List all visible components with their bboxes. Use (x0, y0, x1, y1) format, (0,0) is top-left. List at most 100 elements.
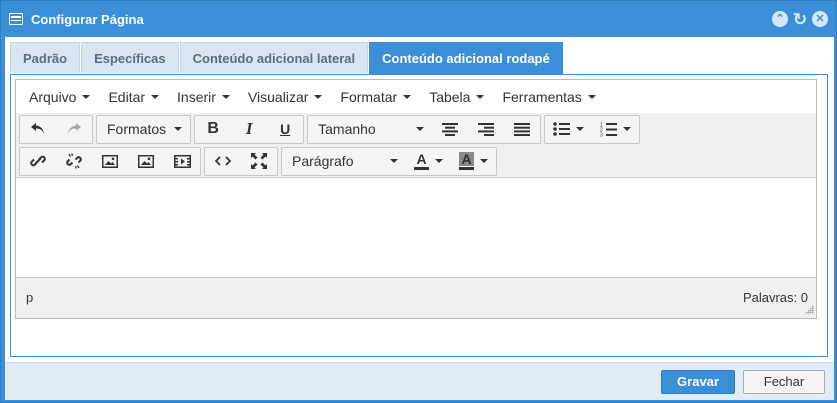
insert-media-image-button[interactable] (128, 148, 164, 175)
font-size-dropdown[interactable]: Tamanho (308, 116, 432, 143)
tab-padrao[interactable]: Padrão (10, 42, 81, 73)
align-justify-button[interactable] (504, 116, 540, 143)
align-center-button[interactable] (432, 116, 468, 143)
save-button[interactable]: Gravar (661, 369, 735, 394)
editor-menubar: Arquivo Editar Inserir Visualizar Format… (16, 80, 816, 113)
film-icon (173, 154, 191, 168)
refresh-icon[interactable]: ↻ (792, 11, 808, 28)
italic-button[interactable]: I (231, 116, 267, 143)
background-color-button[interactable]: A (451, 148, 496, 175)
align-right-button[interactable] (468, 116, 504, 143)
menu-label: Tabela (429, 88, 471, 105)
tab-especificas[interactable]: Específicas (81, 42, 179, 73)
text-style-group: B I U (194, 114, 305, 144)
redo-icon (68, 123, 81, 134)
resize-handle-icon[interactable] (805, 305, 814, 314)
tab-conteudo-rodape[interactable]: Conteúdo adicional rodapé (369, 42, 563, 74)
fullscreen-button[interactable] (241, 148, 277, 175)
bold-button[interactable]: B (195, 116, 231, 143)
history-group (19, 114, 93, 144)
rich-text-editor: Arquivo Editar Inserir Visualizar Format… (15, 79, 817, 319)
caret-down-icon (416, 127, 425, 131)
source-code-button[interactable] (205, 148, 241, 175)
caret-down-icon (623, 127, 632, 131)
svg-text:3: 3 (600, 132, 603, 137)
menu-formatar[interactable]: Formatar (331, 89, 420, 105)
numbered-list-icon: 123 (600, 122, 618, 137)
formats-group: Formatos (96, 114, 192, 144)
close-button[interactable]: Fechar (743, 369, 825, 394)
numbered-list-button[interactable]: 123 (592, 116, 639, 143)
caret-down-icon (403, 94, 412, 99)
caret-down-icon (221, 94, 230, 99)
menu-label: Editar (108, 88, 146, 105)
word-count: Palavras: 0 (742, 289, 808, 305)
caret-down-icon (390, 159, 398, 163)
insert-link-button[interactable] (20, 148, 56, 175)
tab-conteudo-lateral[interactable]: Conteúdo adicional lateral (179, 42, 369, 73)
element-path[interactable]: p (26, 290, 33, 305)
toolbar-row-2: Parágrafo A A (16, 145, 816, 177)
remove-link-button[interactable] (56, 148, 92, 175)
caret-down-icon (314, 94, 323, 99)
configure-page-dialog: Configurar Página ⌃ ↻ ✕ Padrão Específic… (0, 0, 837, 403)
caret-down-icon (82, 94, 91, 99)
bullet-list-button[interactable] (545, 116, 592, 143)
formats-dropdown[interactable]: Formatos (97, 116, 190, 143)
link-icon (30, 155, 46, 167)
align-center-icon (442, 122, 459, 136)
align-justify-icon (514, 122, 531, 136)
image-icon (102, 154, 118, 168)
caret-down-icon (476, 94, 485, 99)
dialog-body: Padrão Específicas Conteúdo adicional la… (5, 37, 834, 362)
background-color-icon: A (459, 152, 474, 170)
insert-video-button[interactable] (164, 148, 200, 175)
bullet-list-icon (553, 122, 571, 136)
menu-editar[interactable]: Editar (99, 89, 168, 105)
text-color-icon: A (414, 152, 429, 170)
window-icon (9, 13, 23, 25)
size-align-group: Tamanho (307, 114, 542, 144)
background-color-glyph: A (459, 151, 474, 167)
fullscreen-icon (251, 153, 267, 169)
menu-arquivo[interactable]: Arquivo (20, 89, 99, 105)
menu-visualizar[interactable]: Visualizar (239, 89, 331, 105)
dialog-titlebar: Configurar Página ⌃ ↻ ✕ (1, 1, 836, 37)
code-icon (215, 156, 231, 166)
menu-label: Arquivo (29, 88, 77, 105)
menu-label: Ferramentas (502, 88, 582, 105)
background-color-swatch (459, 167, 474, 170)
editor-content-area[interactable] (16, 177, 816, 278)
unlink-icon (66, 153, 82, 169)
menu-inserir[interactable]: Inserir (168, 89, 239, 105)
caret-down-icon (151, 94, 160, 99)
block-color-group: Parágrafo A A (281, 146, 497, 176)
underline-button[interactable]: U (267, 116, 303, 143)
collapse-icon[interactable]: ⌃ (772, 11, 788, 27)
tab-bar: Padrão Específicas Conteúdo adicional la… (10, 42, 564, 74)
formats-label: Formatos (107, 121, 167, 137)
caret-down-icon (480, 159, 488, 163)
menu-tabela[interactable]: Tabela (420, 89, 493, 105)
menu-label: Formatar (340, 88, 398, 105)
insert-group (19, 146, 201, 176)
tab-panel: Arquivo Editar Inserir Visualizar Format… (10, 74, 828, 357)
menu-label: Visualizar (247, 88, 309, 105)
menu-label: Inserir (177, 88, 216, 105)
text-color-button[interactable]: A (406, 148, 451, 175)
text-color-glyph: A (416, 151, 427, 167)
close-icon[interactable]: ✕ (812, 11, 828, 27)
code-group (204, 146, 278, 176)
toolbar-row-1: Formatos B I U Tamanho 1 2 3 (16, 113, 816, 145)
text-color-swatch (414, 167, 429, 170)
caret-down-icon (576, 127, 585, 131)
undo-button[interactable] (20, 116, 56, 143)
dialog-footer: Gravar Fechar (5, 362, 834, 400)
redo-button[interactable] (56, 116, 92, 143)
menu-ferramentas[interactable]: Ferramentas (493, 89, 604, 105)
dialog-title: Configurar Página (31, 11, 144, 27)
block-format-label: Parágrafo (292, 153, 354, 169)
insert-image-button[interactable] (92, 148, 128, 175)
font-size-label: Tamanho (318, 121, 376, 137)
block-format-dropdown[interactable]: Parágrafo (282, 148, 406, 175)
